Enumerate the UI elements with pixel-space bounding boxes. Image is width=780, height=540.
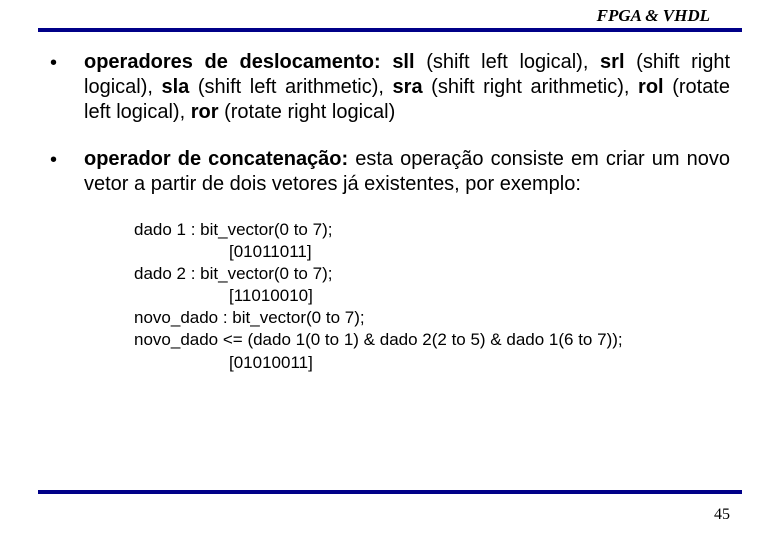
op-desc: (shift left logical), <box>426 51 588 73</box>
bullet-concat-operator: • operador de concatenação: esta operaçã… <box>50 147 730 197</box>
op-name: sla <box>162 76 190 98</box>
op-name: ror <box>191 101 219 123</box>
op-desc: (rotate right logical) <box>224 101 395 123</box>
code-line: [11010010] <box>229 285 730 307</box>
op-name: sra <box>393 76 423 98</box>
page-number: 45 <box>714 506 730 524</box>
code-block: dado 1 : bit_vector(0 to 7); [01011011] … <box>134 219 730 374</box>
code-line: [01011011] <box>229 241 730 263</box>
op-seg: sla (shift left arithmetic), <box>162 76 384 98</box>
op-seg: sll (shift left logical), <box>392 51 588 73</box>
op-seg: ror (rotate right logical) <box>191 101 396 123</box>
slide-header: FPGA & VHDL <box>0 0 780 28</box>
bullet-lead: operadores de deslocamento: <box>84 51 381 73</box>
op-name: rol <box>638 76 664 98</box>
bullet-dot: • <box>50 50 84 125</box>
code-line: novo_dado : bit_vector(0 to 7); <box>134 307 730 329</box>
bullet-shift-operators: • operadores de deslocamento: sll (shift… <box>50 50 730 125</box>
bullet-body: operador de concatenação: esta operação … <box>84 147 730 197</box>
slide: FPGA & VHDL • operadores de deslocamento… <box>0 0 780 540</box>
bullet-body: operadores de deslocamento: sll (shift l… <box>84 50 730 125</box>
op-name: sll <box>392 51 414 73</box>
code-line: dado 1 : bit_vector(0 to 7); <box>134 219 730 241</box>
op-desc: (shift right arithmetic), <box>431 76 629 98</box>
op-desc: (shift left arithmetic), <box>198 76 384 98</box>
bottom-rule <box>38 490 742 494</box>
code-line: [01010011] <box>229 352 730 374</box>
code-line: dado 2 : bit_vector(0 to 7); <box>134 263 730 285</box>
bullet-lead: operador de concatenação: <box>84 148 348 170</box>
bullet-dot: • <box>50 147 84 197</box>
header-title: FPGA & VHDL <box>597 6 710 25</box>
op-seg: sra (shift right arithmetic), <box>393 76 630 98</box>
op-name: srl <box>600 51 624 73</box>
code-line: novo_dado <= (dado 1(0 to 1) & dado 2(2 … <box>134 329 730 351</box>
slide-content: • operadores de deslocamento: sll (shift… <box>0 32 780 374</box>
